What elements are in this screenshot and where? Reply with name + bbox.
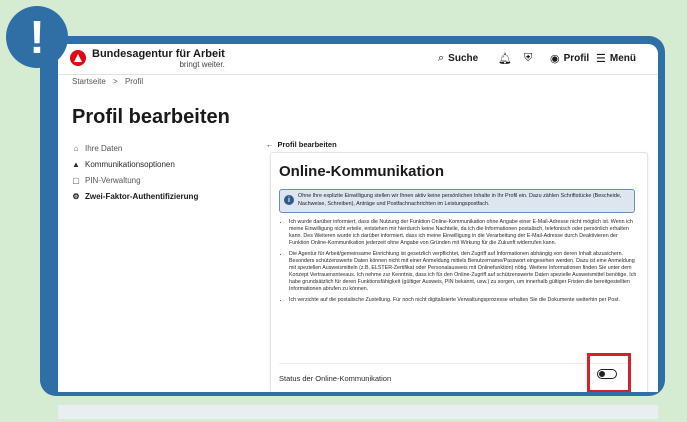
lock-icon: ▢ [72, 175, 80, 185]
gear-icon: ⚙ [72, 191, 80, 201]
shield-icon: ⛨ [524, 52, 533, 64]
sidebar-item-label: Zwei-Faktor-Authentifizierung [85, 191, 199, 201]
info-box: i Ohne Ihre explizite Einwilligung stell… [279, 189, 635, 213]
list-item: Die Agentur für Arbeit/gemeinsame Einric… [289, 251, 639, 293]
sidebar-item-label: Ihre Daten [85, 143, 123, 153]
back-link-label: Profil bearbeiten [277, 140, 337, 149]
alert-badge: ! [6, 6, 68, 68]
toggle-knob [599, 371, 605, 377]
search-label: Suche [448, 53, 479, 64]
status-label: Status der Online-Kommunikation [279, 374, 392, 383]
sidebar-item-label: Kommunikationsoptionen [85, 159, 175, 169]
sidebar-item-pin-verwaltung[interactable]: ▢ PIN-Verwaltung [72, 172, 198, 188]
sidebar-navigation: ⌂ Ihre Daten ▲ Kommunikationsoptionen ▢ … [72, 140, 198, 204]
security-button[interactable]: ⛨ [524, 52, 532, 65]
browser-window: Bundesagentur für Arbeit bringt weiter. … [58, 44, 658, 392]
menu-button[interactable]: ☰ Menü [596, 52, 636, 65]
ba-logo-icon[interactable] [70, 50, 86, 66]
bell-icon: ▲ [72, 159, 80, 169]
online-kommunikation-toggle[interactable] [597, 369, 617, 379]
online-kommunikation-panel: Online-Kommunikation i Ohne Ihre explizi… [270, 152, 648, 392]
panel-title: Online-Kommunikation [279, 163, 444, 180]
user-circle-icon: ◉ [550, 53, 560, 65]
bell-icon: 🔔︎ [498, 53, 512, 65]
info-text: Ohne Ihre explizite Einwilligung stellen… [298, 193, 622, 207]
menu-label: Menü [609, 53, 636, 64]
search-button[interactable]: ⌕ Suche [438, 52, 478, 65]
page-title: Profil bearbeiten [72, 106, 230, 128]
breadcrumb-separator: > [113, 77, 118, 86]
sidebar-item-ihre-daten[interactable]: ⌂ Ihre Daten [72, 140, 198, 156]
sidebar-item-kommunikationsoptionen[interactable]: ▲ Kommunikationsoptionen [72, 156, 198, 172]
hamburger-icon: ☰ [596, 53, 606, 65]
breadcrumb-current: Profil [124, 77, 144, 86]
list-item: Ich verzichte auf die postalische Zustel… [289, 297, 639, 304]
top-navigation: Bundesagentur für Arbeit bringt weiter. … [58, 44, 658, 75]
arrow-left-icon: ← [266, 140, 274, 149]
divider [279, 363, 633, 364]
brand[interactable]: Bundesagentur für Arbeit bringt weiter. [92, 48, 225, 70]
back-link[interactable]: ← Profil bearbeiten [266, 140, 337, 149]
sidebar-item-label: PIN-Verwaltung [85, 175, 141, 185]
profile-button[interactable]: ◉ Profil [550, 52, 589, 65]
list-item: Ich wurde darüber informiert, dass die N… [289, 219, 639, 247]
profile-label: Profil [563, 53, 590, 64]
search-icon: ⌕ [438, 52, 445, 64]
exclamation-icon: ! [29, 11, 45, 63]
sidebar-item-zwei-faktor[interactable]: ⚙ Zwei-Faktor-Authentifizierung [72, 188, 198, 204]
brand-claim: bringt weiter. [179, 60, 225, 69]
bottom-strip [58, 405, 658, 419]
breadcrumb-home[interactable]: Startseite [72, 77, 106, 86]
info-icon: i [284, 195, 294, 205]
person-icon: ⌂ [73, 143, 79, 153]
notifications-button[interactable]: 🔔︎ [498, 52, 512, 65]
breadcrumb: Startseite > Profil [72, 77, 143, 86]
consent-list: Ich wurde darüber informiert, dass die N… [279, 219, 639, 308]
brand-name: Bundesagentur für Arbeit [92, 48, 225, 60]
